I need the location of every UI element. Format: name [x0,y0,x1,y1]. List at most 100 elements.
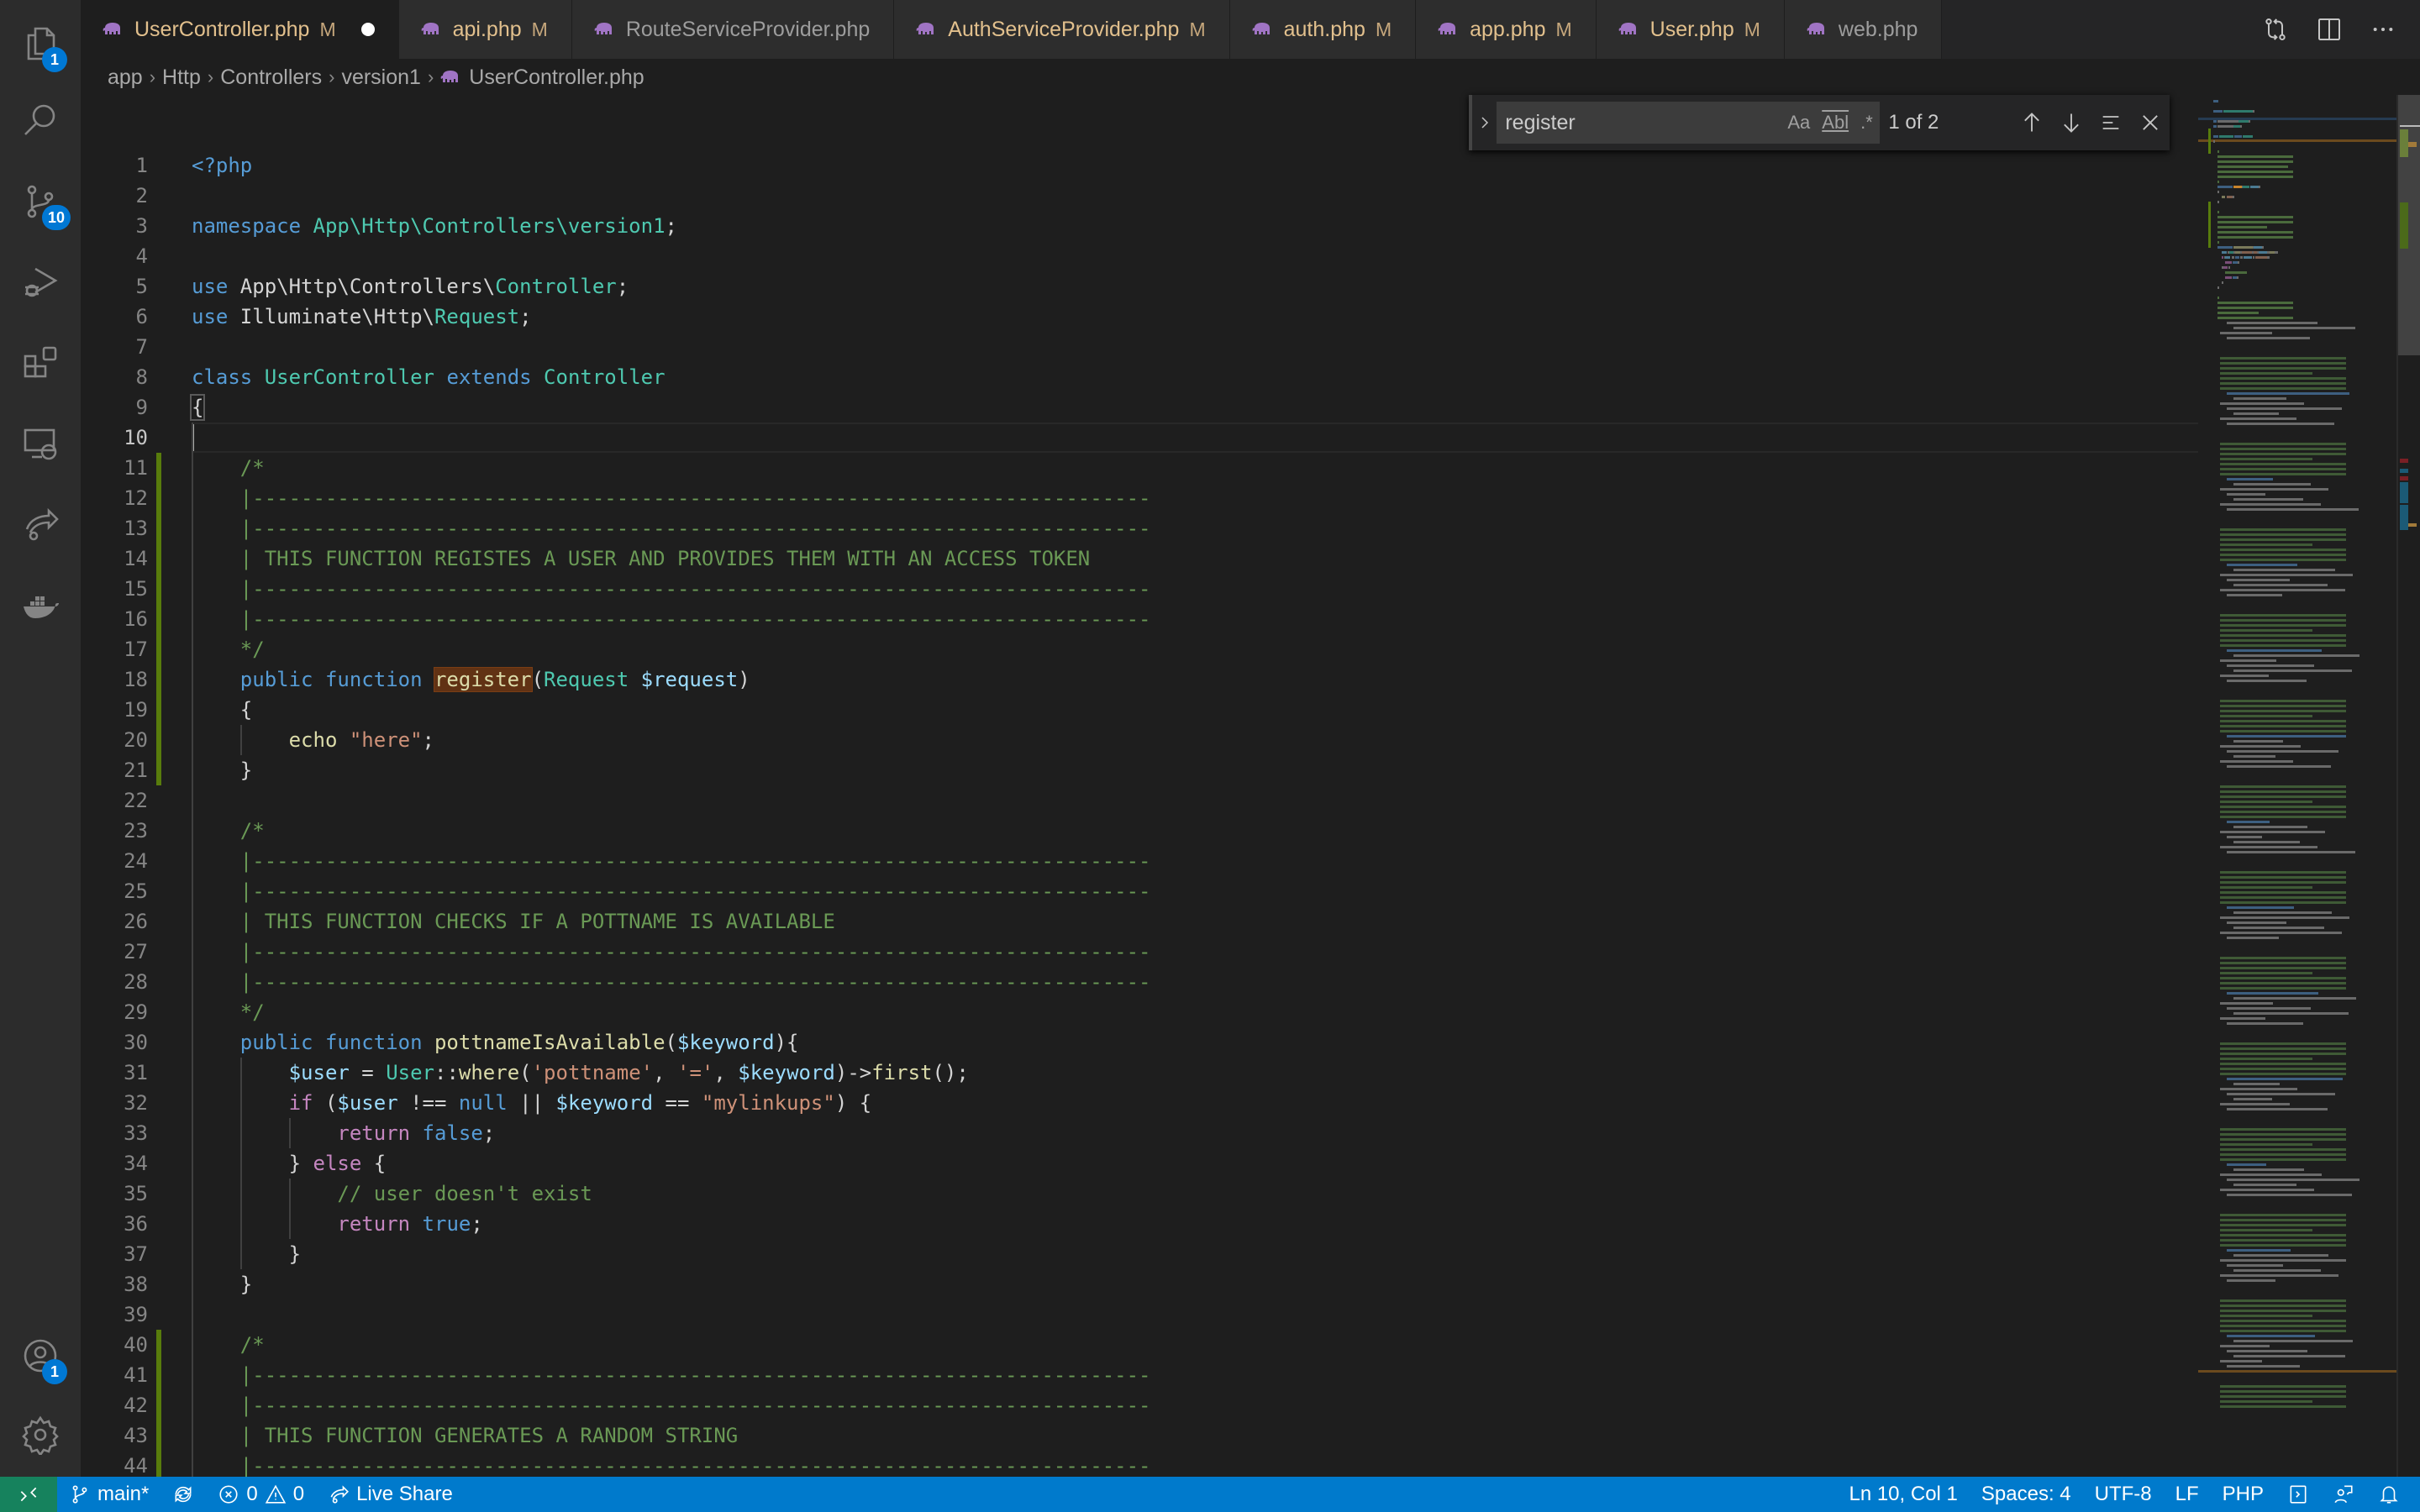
gutter[interactable] [148,1209,192,1239]
split-editor-icon[interactable] [2316,16,2343,43]
activity-source-control[interactable]: 10 [0,161,81,242]
line-number: 37 [124,1242,148,1266]
code-token: */ [239,638,265,661]
cursor-position[interactable]: Ln 10, Col 1 [1837,1477,1969,1512]
git-branch[interactable]: main* [57,1477,160,1512]
tab-auth-php[interactable]: auth.php M [1229,0,1417,59]
sync-button[interactable] [160,1477,206,1512]
activity-manage[interactable] [0,1394,81,1475]
encoding[interactable]: UTF-8 [2083,1477,2164,1512]
activity-explorer[interactable]: 1 [0,3,81,84]
git-modified-gutter[interactable] [148,695,192,725]
gutter[interactable] [148,1058,192,1088]
git-modified-gutter[interactable] [148,543,192,574]
indentation[interactable]: Spaces: 4 [1970,1477,2083,1512]
tab-usercontroller-php[interactable]: UserController.php M [81,0,399,59]
activity-run-debug[interactable] [0,242,81,323]
git-modified-gutter[interactable] [148,604,192,634]
gutter[interactable] [148,332,192,362]
git-modified-gutter[interactable] [148,1420,192,1451]
gutter[interactable] [148,1088,192,1118]
git-modified-gutter[interactable] [148,1390,192,1420]
feedback-button[interactable] [2321,1477,2366,1512]
gutter[interactable] [148,997,192,1027]
activity-accounts[interactable]: 1 [0,1315,81,1396]
tab-user-php[interactable]: User.php M [1596,0,1785,59]
gutter[interactable] [148,1179,192,1209]
gutter[interactable] [148,1239,192,1269]
breadcrumb-item[interactable]: UserController.php [469,66,644,90]
git-modified-gutter[interactable] [148,453,192,483]
gutter[interactable] [148,1118,192,1148]
activity-docker[interactable] [0,564,81,645]
breadcrumb-item[interactable]: version1 [341,66,421,90]
gutter[interactable] [148,150,192,181]
gutter[interactable] [148,1027,192,1058]
next-match-button[interactable] [2051,111,2091,134]
breadcrumb-item[interactable]: app [108,66,143,90]
more-actions-icon[interactable] [2370,16,2396,43]
scroll-modified-mark [2400,202,2408,249]
gutter[interactable] [148,241,192,271]
gutter[interactable] [148,181,192,211]
regex-toggle[interactable]: .* [1860,112,1873,134]
match-case-toggle[interactable]: Aa [1787,112,1810,134]
git-modified-gutter[interactable] [148,483,192,513]
minimap[interactable] [2198,95,2396,1477]
problems-indicator[interactable]: 0 0 [206,1477,316,1512]
gutter[interactable] [148,846,192,876]
gutter[interactable] [148,423,192,453]
gutter[interactable] [148,1269,192,1299]
breadcrumb-item[interactable]: Http [162,66,201,90]
vertical-scrollbar[interactable] [2396,95,2420,1477]
git-modified-gutter[interactable] [148,574,192,604]
gutter[interactable] [148,392,192,423]
tab-api-php[interactable]: api.php M [398,0,572,59]
gutter[interactable] [148,271,192,302]
toggle-replace-button[interactable] [1472,113,1497,133]
git-modified-gutter[interactable] [148,1451,192,1477]
git-modified-gutter[interactable] [148,725,192,755]
tab-authserviceprovider-php[interactable]: AuthServiceProvider.php M [894,0,1230,59]
gutter[interactable] [148,967,192,997]
code-line: 28 |------------------------------------… [81,967,2198,997]
language-mode[interactable]: PHP [2211,1477,2275,1512]
activity-search[interactable] [0,81,81,161]
gutter[interactable] [148,785,192,816]
gutter[interactable] [148,1299,192,1330]
git-modified-gutter[interactable] [148,755,192,785]
gutter[interactable] [148,362,192,392]
open-changes-icon[interactable] [2262,16,2289,43]
unsaved-dot-icon[interactable] [360,23,375,36]
terminal-toggle[interactable] [2275,1477,2321,1512]
gutter[interactable] [148,1148,192,1179]
gutter[interactable] [148,302,192,332]
gutter[interactable] [148,876,192,906]
code-editor[interactable]: 1 <?php 2 3 namespace App\Http\Controllers\v… [81,150,2198,1477]
whole-word-toggle[interactable]: Abl [1822,112,1849,134]
live-share-button[interactable]: Live Share [316,1477,465,1512]
end-of-line[interactable]: LF [2164,1477,2211,1512]
find-input[interactable] [1505,110,1776,135]
previous-match-button[interactable] [2012,111,2051,134]
find-in-selection-button[interactable] [2091,111,2130,134]
git-modified-gutter[interactable] [148,634,192,664]
breadcrumb-item[interactable]: Controllers [220,66,322,90]
tab-routeserviceprovider-php[interactable]: RouteServiceProvider.php [571,0,895,59]
notifications-button[interactable] [2366,1477,2412,1512]
tab-web-php[interactable]: web.php [1784,0,1943,59]
activity-live-share[interactable] [0,484,81,564]
close-find-button[interactable] [2130,111,2170,134]
remote-indicator[interactable] [0,1477,57,1512]
git-modified-gutter[interactable] [148,1360,192,1390]
gutter[interactable] [148,937,192,967]
tab-app-php[interactable]: app.php M [1416,0,1597,59]
git-modified-gutter[interactable] [148,664,192,695]
gutter[interactable] [148,211,192,241]
activity-remote-explorer[interactable] [0,403,81,484]
gutter[interactable] [148,816,192,846]
activity-extensions[interactable] [0,323,81,403]
gutter[interactable] [148,906,192,937]
git-modified-gutter[interactable] [148,1330,192,1360]
git-modified-gutter[interactable] [148,513,192,543]
